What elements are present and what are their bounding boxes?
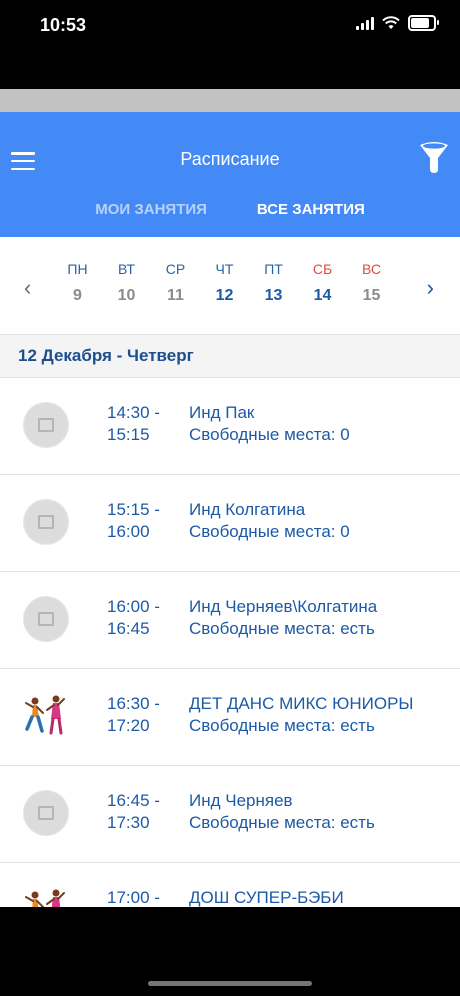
app-sheet: Расписание МОИ ЗАНЯТИЯ ВСЕ ЗАНЯТИЯ ‹ ПН 9… [0, 89, 460, 907]
class-info: Инд Колгатина Свободные места: 0 [189, 499, 350, 543]
class-end-time: 16:45 [107, 619, 150, 638]
class-seats: Свободные места: есть [189, 619, 375, 638]
class-info: Инд Черняев Свободные места: есть [189, 790, 375, 834]
class-name: Инд Черняев\Колгатина [189, 597, 378, 616]
class-list-item[interactable]: 16:00 - 16:45 Инд Черняев\Колгатина Свободн… [0, 572, 460, 669]
week-days: ПН 9 ВТ 10 СР 11 ЧТ 12 ПТ 13 СБ 14 ВС 15 [53, 261, 396, 305]
day-name: ЧТ [215, 261, 234, 277]
day-12[interactable]: ЧТ 12 [200, 261, 249, 305]
home-indicator [148, 981, 312, 986]
wifi-icon [382, 16, 400, 29]
prev-week-button[interactable]: ‹ [24, 275, 31, 301]
class-name: ДЕТ ДАНС МИКС ЮНИОРЫ [189, 694, 414, 713]
day-number: 14 [313, 287, 332, 304]
class-info: ДЕТ ДАНС МИКС ЮНИОРЫ Свободные места: ест… [189, 693, 413, 737]
class-list-item[interactable]: 15:15 - 16:00 Инд Колгатина Свободные места… [0, 475, 460, 572]
class-end-time: 16:00 [107, 522, 150, 541]
class-seats: Свободные места: есть [189, 716, 375, 735]
class-seats: Свободные места: есть [189, 813, 375, 832]
battery-icon [408, 15, 439, 31]
day-15[interactable]: ВС 15 [347, 261, 396, 305]
image-placeholder-icon [23, 790, 69, 836]
tab-all-classes[interactable]: ВСЕ ЗАНЯТИЯ [257, 201, 365, 218]
class-list-item[interactable]: 16:45 - 17:30 Инд Черняев Свободные места: … [0, 766, 460, 863]
class-time: 14:30 - 15:15 [107, 402, 160, 446]
class-end-time: 17:30 [107, 813, 150, 832]
selected-date-header: 12 Декабря - Четверг [0, 335, 460, 378]
class-info: ДОШ СУПЕР-БЭБИ [189, 887, 344, 907]
day-number: 15 [362, 287, 381, 304]
class-name: Инд Колгатина [189, 500, 306, 519]
day-name: ПТ [264, 261, 283, 277]
dancers-icon [25, 695, 65, 735]
sheet-top-band [0, 89, 460, 112]
day-10[interactable]: ВТ 10 [102, 261, 151, 305]
day-number: 12 [215, 287, 234, 304]
class-time: 16:00 - 16:45 [107, 596, 160, 640]
class-name: Инд Пак [189, 403, 255, 422]
class-list-item[interactable]: 16:30 - 17:20 ДЕТ ДАНС МИКС ЮНИОРЫ Свободны… [0, 669, 460, 766]
image-placeholder-icon [23, 499, 69, 545]
dancers-icon [25, 889, 65, 907]
page-title: Расписание [180, 149, 280, 169]
class-name: Инд Черняев [189, 791, 293, 810]
class-name: ДОШ СУПЕР-БЭБИ [189, 888, 344, 907]
class-end-time: 17:20 [107, 716, 150, 735]
day-9[interactable]: ПН 9 [53, 261, 102, 305]
day-name: СБ [312, 261, 333, 277]
cellular-signal-icon [356, 16, 374, 30]
class-seats: Свободные места: 0 [189, 425, 350, 444]
class-time: 15:15 - 16:00 [107, 499, 160, 543]
day-13[interactable]: ПТ 13 [249, 261, 298, 305]
day-name: ПН [67, 261, 88, 277]
day-number: 9 [73, 287, 82, 304]
class-info: Инд Пак Свободные места: 0 [189, 402, 350, 446]
class-list-item[interactable]: 14:30 - 15:15 Инд Пак Свободные места: 0 [0, 378, 460, 475]
status-bar: 10:53 [0, 0, 460, 50]
class-time: 16:45 - 17:30 [107, 790, 160, 834]
tab-bar: МОИ ЗАНЯТИЯ ВСЕ ЗАНЯТИЯ [0, 201, 460, 218]
class-start-time: 15:15 - [107, 500, 160, 519]
class-start-time: 17:00 - [107, 888, 160, 907]
day-name: ВС [362, 261, 381, 277]
class-end-time: 15:15 [107, 425, 150, 444]
class-time: 16:30 - 17:20 [107, 693, 160, 737]
day-number: 10 [117, 287, 136, 304]
filter-icon[interactable] [418, 141, 450, 175]
class-list: 14:30 -15:15 Инд Пак Свободные места: 0 15:… [0, 378, 460, 907]
class-seats: Свободные места: 0 [189, 522, 350, 541]
image-placeholder-icon [23, 596, 69, 642]
class-time: 17:00 - [107, 887, 160, 907]
class-start-time: 16:00 - [107, 597, 160, 616]
status-icons [356, 15, 439, 31]
app-header: Расписание МОИ ЗАНЯТИЯ ВСЕ ЗАНЯТИЯ [0, 112, 460, 237]
day-number: 13 [264, 287, 283, 304]
class-info: Инд Черняев\Колгатина Свободные места: ес… [189, 596, 377, 640]
week-selector: ‹ ПН 9 ВТ 10 СР 11 ЧТ 12 ПТ 13 СБ 14 ВС 15 › [0, 237, 460, 335]
next-week-button[interactable]: › [427, 275, 434, 301]
class-start-time: 16:30 - [107, 694, 160, 713]
status-time: 10:53 [40, 15, 87, 35]
day-11[interactable]: СР 11 [151, 261, 200, 305]
tab-my-classes[interactable]: МОИ ЗАНЯТИЯ [95, 201, 207, 218]
day-14[interactable]: СБ 14 [298, 261, 347, 305]
day-name: ВТ [118, 261, 135, 277]
image-placeholder-icon [23, 402, 69, 448]
class-list-item[interactable]: 17:00 - ДОШ СУПЕР-БЭБИ [0, 863, 460, 907]
class-start-time: 14:30 - [107, 403, 160, 422]
day-number: 11 [167, 287, 184, 304]
class-start-time: 16:45 - [107, 791, 160, 810]
day-name: СР [165, 261, 186, 277]
